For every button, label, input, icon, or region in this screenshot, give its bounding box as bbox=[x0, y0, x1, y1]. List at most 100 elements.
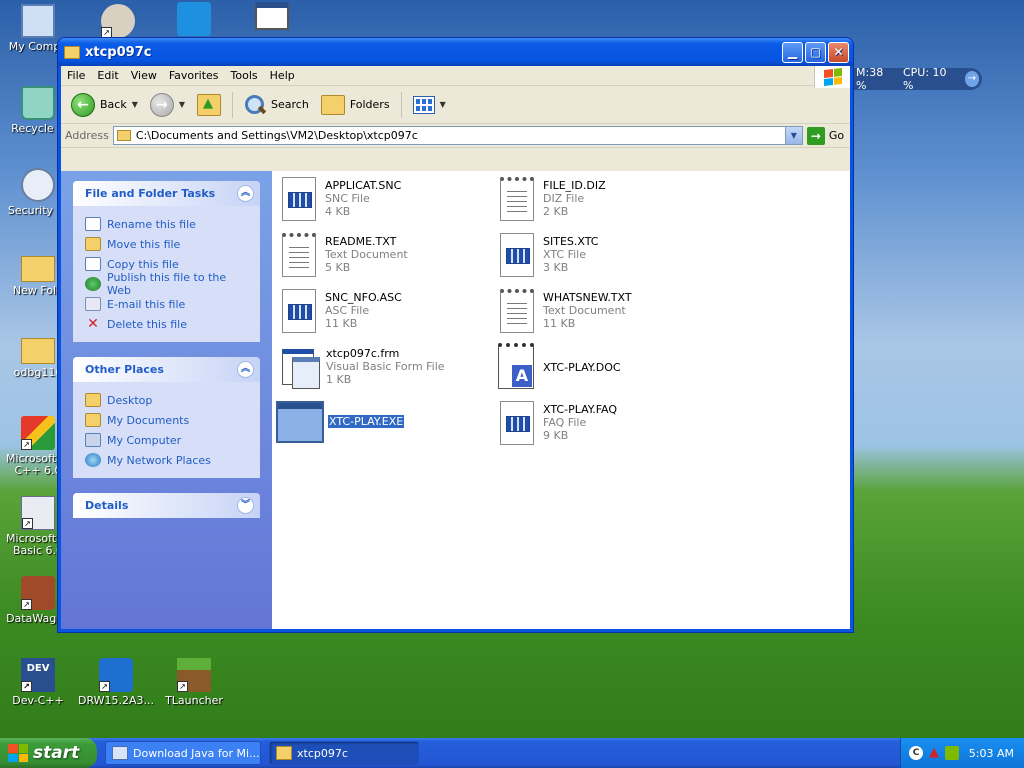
raccoon-icon: ↗ bbox=[101, 4, 135, 38]
email-icon bbox=[85, 297, 101, 311]
copy-icon bbox=[85, 257, 101, 271]
place-my-computer-link[interactable]: My Computer bbox=[85, 430, 250, 450]
security-icon bbox=[21, 168, 55, 202]
file-item[interactable]: XTC-PLAY.FAQ FAQ File 9 KB bbox=[500, 401, 617, 449]
other-places-panel: Other Places ︽ Desktop My Documents My C… bbox=[73, 357, 260, 478]
title-bar[interactable]: xtcp097c ▁ ▢ ✕ bbox=[58, 38, 853, 66]
folder-icon bbox=[116, 130, 131, 141]
file-item[interactable]: FILE_ID.DIZ DIZ File 2 KB bbox=[500, 177, 606, 225]
file-item[interactable]: xtcp097c.frm Visual Basic Form File 1 KB bbox=[280, 345, 445, 393]
menu-view[interactable]: View bbox=[125, 69, 163, 82]
views-button[interactable]: ▼ bbox=[409, 94, 450, 116]
my-documents-icon bbox=[85, 413, 101, 427]
system-file-icon bbox=[282, 177, 316, 221]
my-computer-icon bbox=[21, 4, 55, 38]
toolbar-separator bbox=[400, 91, 402, 118]
taskbar-item-xtcp097c[interactable]: xtcp097c bbox=[269, 741, 419, 765]
desktop-icon-top-1[interactable]: ↗ bbox=[80, 4, 156, 41]
file-list: APPLICAT.SNC SNC File 4 KB FILE_ID.DIZ DIZ … bbox=[272, 171, 850, 629]
network-places-icon bbox=[85, 453, 101, 467]
file-item[interactable]: SITES.XTC XTC File 3 KB bbox=[500, 233, 598, 281]
address-input[interactable]: C:\Documents and Settings\VM2\Desktop\xt… bbox=[112, 126, 803, 145]
vb-form-icon bbox=[280, 349, 320, 389]
file-item[interactable]: SNC_NFO.ASC ASC File 11 KB bbox=[282, 289, 402, 337]
menu-edit[interactable]: Edit bbox=[91, 69, 124, 82]
file-item[interactable]: WHATSNEW.TXT Text Document 11 KB bbox=[500, 289, 632, 337]
close-button[interactable]: ✕ bbox=[828, 41, 849, 63]
maximize-button[interactable]: ▢ bbox=[805, 41, 826, 63]
move-file-link[interactable]: Move this file bbox=[85, 234, 250, 254]
browser-icon bbox=[112, 746, 128, 760]
clock[interactable]: 5:03 AM bbox=[969, 747, 1014, 760]
my-computer-icon bbox=[85, 433, 101, 447]
move-icon bbox=[85, 237, 101, 251]
forward-arrow-icon: → bbox=[149, 92, 174, 117]
folders-icon bbox=[320, 94, 345, 115]
details-header[interactable]: Details ︾ bbox=[73, 493, 260, 518]
chevron-down-icon: ▼ bbox=[439, 100, 446, 109]
visual-basic-icon: ↗ bbox=[21, 496, 55, 530]
file-item[interactable]: APPLICAT.SNC SNC File 4 KB bbox=[282, 177, 401, 225]
rename-file-link[interactable]: Rename this file bbox=[85, 214, 250, 234]
folder-icon bbox=[64, 45, 80, 59]
back-arrow-icon: ← bbox=[71, 92, 95, 117]
minimize-button[interactable]: ▁ bbox=[782, 41, 803, 63]
warning-icon[interactable]: ▲ bbox=[927, 746, 941, 760]
delete-file-link[interactable]: ✕ Delete this file bbox=[85, 314, 250, 334]
address-label: Address bbox=[65, 129, 109, 142]
desktop-icon-devcpp[interactable]: DEV ↗ Dev-C++ bbox=[0, 658, 76, 707]
start-button[interactable]: start bbox=[0, 738, 97, 768]
windows-logo-icon bbox=[814, 66, 850, 88]
go-button[interactable]: → Go bbox=[806, 126, 844, 145]
address-bar: Address C:\Documents and Settings\VM2\De… bbox=[61, 124, 850, 148]
drw-icon: ↗ bbox=[99, 658, 133, 692]
chevron-down-icon[interactable]: ▼ bbox=[784, 127, 802, 144]
place-my-documents-link[interactable]: My Documents bbox=[85, 410, 250, 430]
chevron-down-icon[interactable]: ︾ bbox=[237, 497, 254, 514]
shortcut-arrow-icon: ↗ bbox=[21, 439, 32, 450]
chevron-up-icon[interactable]: ︽ bbox=[237, 361, 254, 378]
place-network-link[interactable]: My Network Places bbox=[85, 450, 250, 470]
desktop-icon-top-2[interactable] bbox=[156, 2, 232, 39]
chevron-down-icon[interactable]: ▼ bbox=[179, 100, 185, 109]
back-button[interactable]: ← Back ▼ bbox=[67, 91, 142, 119]
network-icon[interactable] bbox=[945, 746, 959, 760]
toolbar-separator bbox=[232, 91, 234, 118]
up-button[interactable] bbox=[193, 92, 225, 118]
folders-button[interactable]: Folders bbox=[317, 93, 394, 117]
email-file-link[interactable]: E-mail this file bbox=[85, 294, 250, 314]
chevron-up-icon[interactable]: ︽ bbox=[237, 185, 254, 202]
desktop-icon-tlauncher[interactable]: ↗ TLauncher bbox=[156, 658, 232, 707]
system-file-icon bbox=[282, 289, 316, 333]
tray-app-icon[interactable]: C bbox=[909, 746, 923, 760]
forward-button[interactable]: → ▼ bbox=[146, 91, 189, 119]
file-item[interactable]: XTC-PLAY.DOC bbox=[498, 343, 621, 391]
toolbar: ← Back ▼ → ▼ Search Folders bbox=[61, 86, 850, 124]
search-icon bbox=[244, 94, 266, 116]
menu-help[interactable]: Help bbox=[264, 69, 301, 82]
publish-web-link[interactable]: Publish this file to the Web bbox=[85, 271, 250, 297]
cpu-usage: CPU: 10 % bbox=[902, 66, 947, 92]
taskbar-item-java[interactable]: Download Java for Mi... bbox=[105, 741, 261, 765]
place-desktop-link[interactable]: Desktop bbox=[85, 390, 250, 410]
desktop-icon-top-3[interactable] bbox=[234, 2, 310, 33]
other-places-header[interactable]: Other Places ︽ bbox=[73, 357, 260, 382]
file-item-selected[interactable]: XTC-PLAY.EXE bbox=[276, 401, 406, 449]
menu-tools[interactable]: Tools bbox=[225, 69, 264, 82]
file-item[interactable]: README.TXT Text Document 5 KB bbox=[282, 233, 408, 281]
search-button[interactable]: Search bbox=[240, 92, 313, 118]
globe-icon bbox=[85, 277, 101, 291]
menu-file[interactable]: File bbox=[61, 69, 91, 82]
chevron-down-icon[interactable]: ▼ bbox=[132, 100, 138, 109]
delete-icon: ✕ bbox=[87, 316, 99, 332]
file-folder-tasks-panel: File and Folder Tasks ︽ Rename this file… bbox=[73, 181, 260, 342]
visual-cpp-icon: ↗ bbox=[21, 416, 55, 450]
shortcut-arrow-icon: ↗ bbox=[21, 599, 32, 610]
file-folder-tasks-header[interactable]: File and Folder Tasks ︽ bbox=[73, 181, 260, 206]
address-path: C:\Documents and Settings\VM2\Desktop\xt… bbox=[135, 129, 418, 142]
arrow-right-icon[interactable]: → bbox=[964, 71, 979, 87]
menu-favorites[interactable]: Favorites bbox=[163, 69, 225, 82]
views-icon bbox=[412, 95, 435, 114]
desktop-icon-drw[interactable]: ↗ DRW15.2A3... bbox=[78, 658, 154, 707]
system-file-icon bbox=[500, 233, 534, 277]
